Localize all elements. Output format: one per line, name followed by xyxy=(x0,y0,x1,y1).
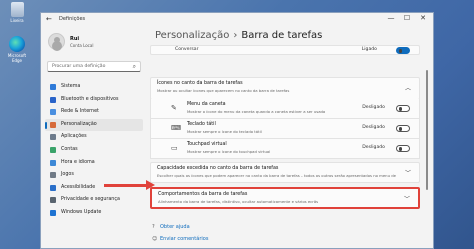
settings-window: ← Definições — ☐ ✕ Rui Conta Local Procu… xyxy=(40,12,434,249)
apps-icon xyxy=(50,134,56,141)
user-name: Rui xyxy=(70,36,80,42)
sidebar-item-label: Aplicações xyxy=(61,134,87,140)
title-bar: ← Definições — ☐ ✕ xyxy=(41,13,433,27)
sidebar-item-label: Hora e idioma xyxy=(61,159,95,165)
search-icon: ⌕ xyxy=(132,63,136,70)
sidebar-item-windows-update[interactable]: Windows Update xyxy=(45,207,143,220)
page-title: Personalização › Barra de tarefas xyxy=(155,30,322,41)
back-arrow-icon[interactable]: ← xyxy=(46,15,52,23)
wifi-icon xyxy=(50,109,56,116)
sidebar-item-label: Rede & Internet xyxy=(61,109,99,115)
sidebar-item-accounts[interactable]: Contas xyxy=(45,144,143,157)
desktop-icon-label: Lixeira xyxy=(10,18,24,23)
close-button[interactable]: ✕ xyxy=(417,14,429,22)
update-icon xyxy=(50,209,56,216)
annotation-arrow-shaft xyxy=(104,184,148,187)
bluetooth-icon xyxy=(50,96,56,103)
sidebar-item-label: Privacidade e segurança xyxy=(61,197,120,203)
edge-icon xyxy=(9,36,25,52)
page-title-text: Barra de tarefas xyxy=(241,30,323,41)
window-title: Definições xyxy=(59,16,86,22)
sidebar-item-bluetooth[interactable]: Bluetooth e dispositivos xyxy=(45,94,143,107)
annotation-arrow-head xyxy=(146,180,155,190)
sidebar-nav: Sistema Bluetooth e dispositivos Rede & … xyxy=(45,81,143,220)
brush-icon xyxy=(50,121,56,128)
accessibility-icon xyxy=(50,184,56,191)
minimize-button[interactable]: — xyxy=(385,14,397,22)
globe-clock-icon xyxy=(50,159,56,166)
sidebar-item-label: Sistema xyxy=(61,84,81,89)
breadcrumb[interactable]: Personalização xyxy=(155,30,229,41)
desktop-icon-label: Microsoft Edge xyxy=(7,53,27,63)
person-icon xyxy=(50,146,56,153)
sidebar-item-gaming[interactable]: Jogos xyxy=(45,169,143,182)
sidebar-item-label: Windows Update xyxy=(61,209,102,215)
search-placeholder: Procurar uma definição xyxy=(52,64,106,69)
breadcrumb-separator: › xyxy=(233,30,238,41)
shield-icon xyxy=(50,197,56,204)
avatar[interactable] xyxy=(48,33,65,50)
desktop-icon-recycle-bin[interactable]: Lixeira xyxy=(3,2,31,23)
sidebar-item-label: Jogos xyxy=(61,172,74,178)
gamepad-icon xyxy=(50,172,56,179)
desktop-icon-edge[interactable]: Microsoft Edge xyxy=(3,36,31,63)
recycle-bin-icon xyxy=(10,2,24,17)
sidebar-item-label: Acessibilidade xyxy=(61,184,96,190)
sidebar-item-time-language[interactable]: Hora e idioma xyxy=(45,157,143,170)
search-input[interactable]: Procurar uma definição ⌕ xyxy=(47,61,141,72)
sidebar-item-privacy[interactable]: Privacidade e segurança xyxy=(45,194,143,207)
sidebar-item-sistema[interactable]: Sistema xyxy=(45,81,143,94)
sidebar-item-network[interactable]: Rede & Internet xyxy=(45,106,143,119)
sidebar-item-label: Bluetooth e dispositivos xyxy=(61,96,119,102)
sidebar-item-label: Personalização xyxy=(61,121,97,127)
monitor-icon xyxy=(50,84,56,90)
sidebar-item-apps[interactable]: Aplicações xyxy=(45,131,143,144)
user-account-type: Conta Local xyxy=(70,43,94,48)
sidebar-item-label: Contas xyxy=(61,146,78,152)
maximize-button[interactable]: ☐ xyxy=(401,14,413,22)
sidebar-item-personalization[interactable]: Personalização xyxy=(45,118,143,132)
